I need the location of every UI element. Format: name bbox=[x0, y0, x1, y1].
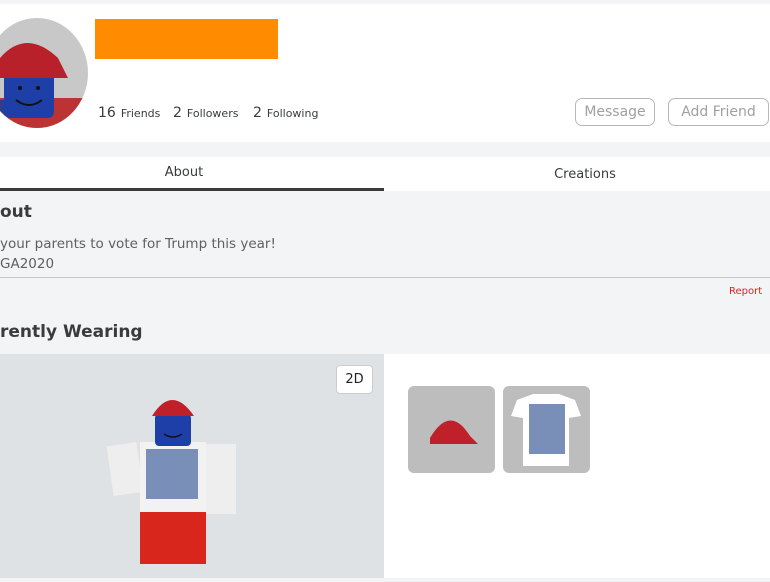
message-button[interactable]: Message bbox=[575, 98, 655, 126]
friends-link[interactable]: 16 Friends bbox=[98, 105, 160, 121]
shirt-icon bbox=[511, 394, 581, 466]
currently-wearing-heading: rently Wearing bbox=[0, 322, 143, 342]
following-label: Following bbox=[266, 107, 319, 120]
following-count: 2 bbox=[253, 105, 262, 121]
divider bbox=[0, 277, 770, 278]
bio-line: GA2020 bbox=[0, 256, 55, 272]
item-shirt[interactable] bbox=[503, 386, 590, 473]
avatar-3d-viewer[interactable] bbox=[0, 354, 384, 578]
toggle-2d-button[interactable]: 2D bbox=[336, 365, 373, 394]
following-link[interactable]: 2 Following bbox=[253, 105, 318, 121]
about-heading: out bbox=[0, 202, 32, 222]
tab-about[interactable]: About bbox=[0, 157, 384, 191]
bio-line: your parents to vote for Trump this year… bbox=[0, 236, 276, 252]
followers-link[interactable]: 2 Followers bbox=[173, 105, 238, 121]
followers-label: Followers bbox=[186, 107, 239, 120]
hat-icon bbox=[430, 420, 478, 444]
friends-count: 16 bbox=[98, 105, 116, 121]
bio-text: your parents to vote for Trump this year… bbox=[0, 234, 276, 274]
item-hat[interactable] bbox=[408, 386, 495, 473]
username-redacted bbox=[95, 19, 278, 59]
report-link[interactable]: Report bbox=[729, 286, 762, 297]
followers-count: 2 bbox=[173, 105, 182, 121]
add-friend-button[interactable]: Add Friend bbox=[668, 98, 769, 126]
avatar-figure bbox=[106, 400, 236, 564]
tab-creations[interactable]: Creations bbox=[400, 157, 770, 191]
profile-tabs: About Creations bbox=[0, 157, 770, 191]
friends-label: Friends bbox=[120, 107, 161, 120]
